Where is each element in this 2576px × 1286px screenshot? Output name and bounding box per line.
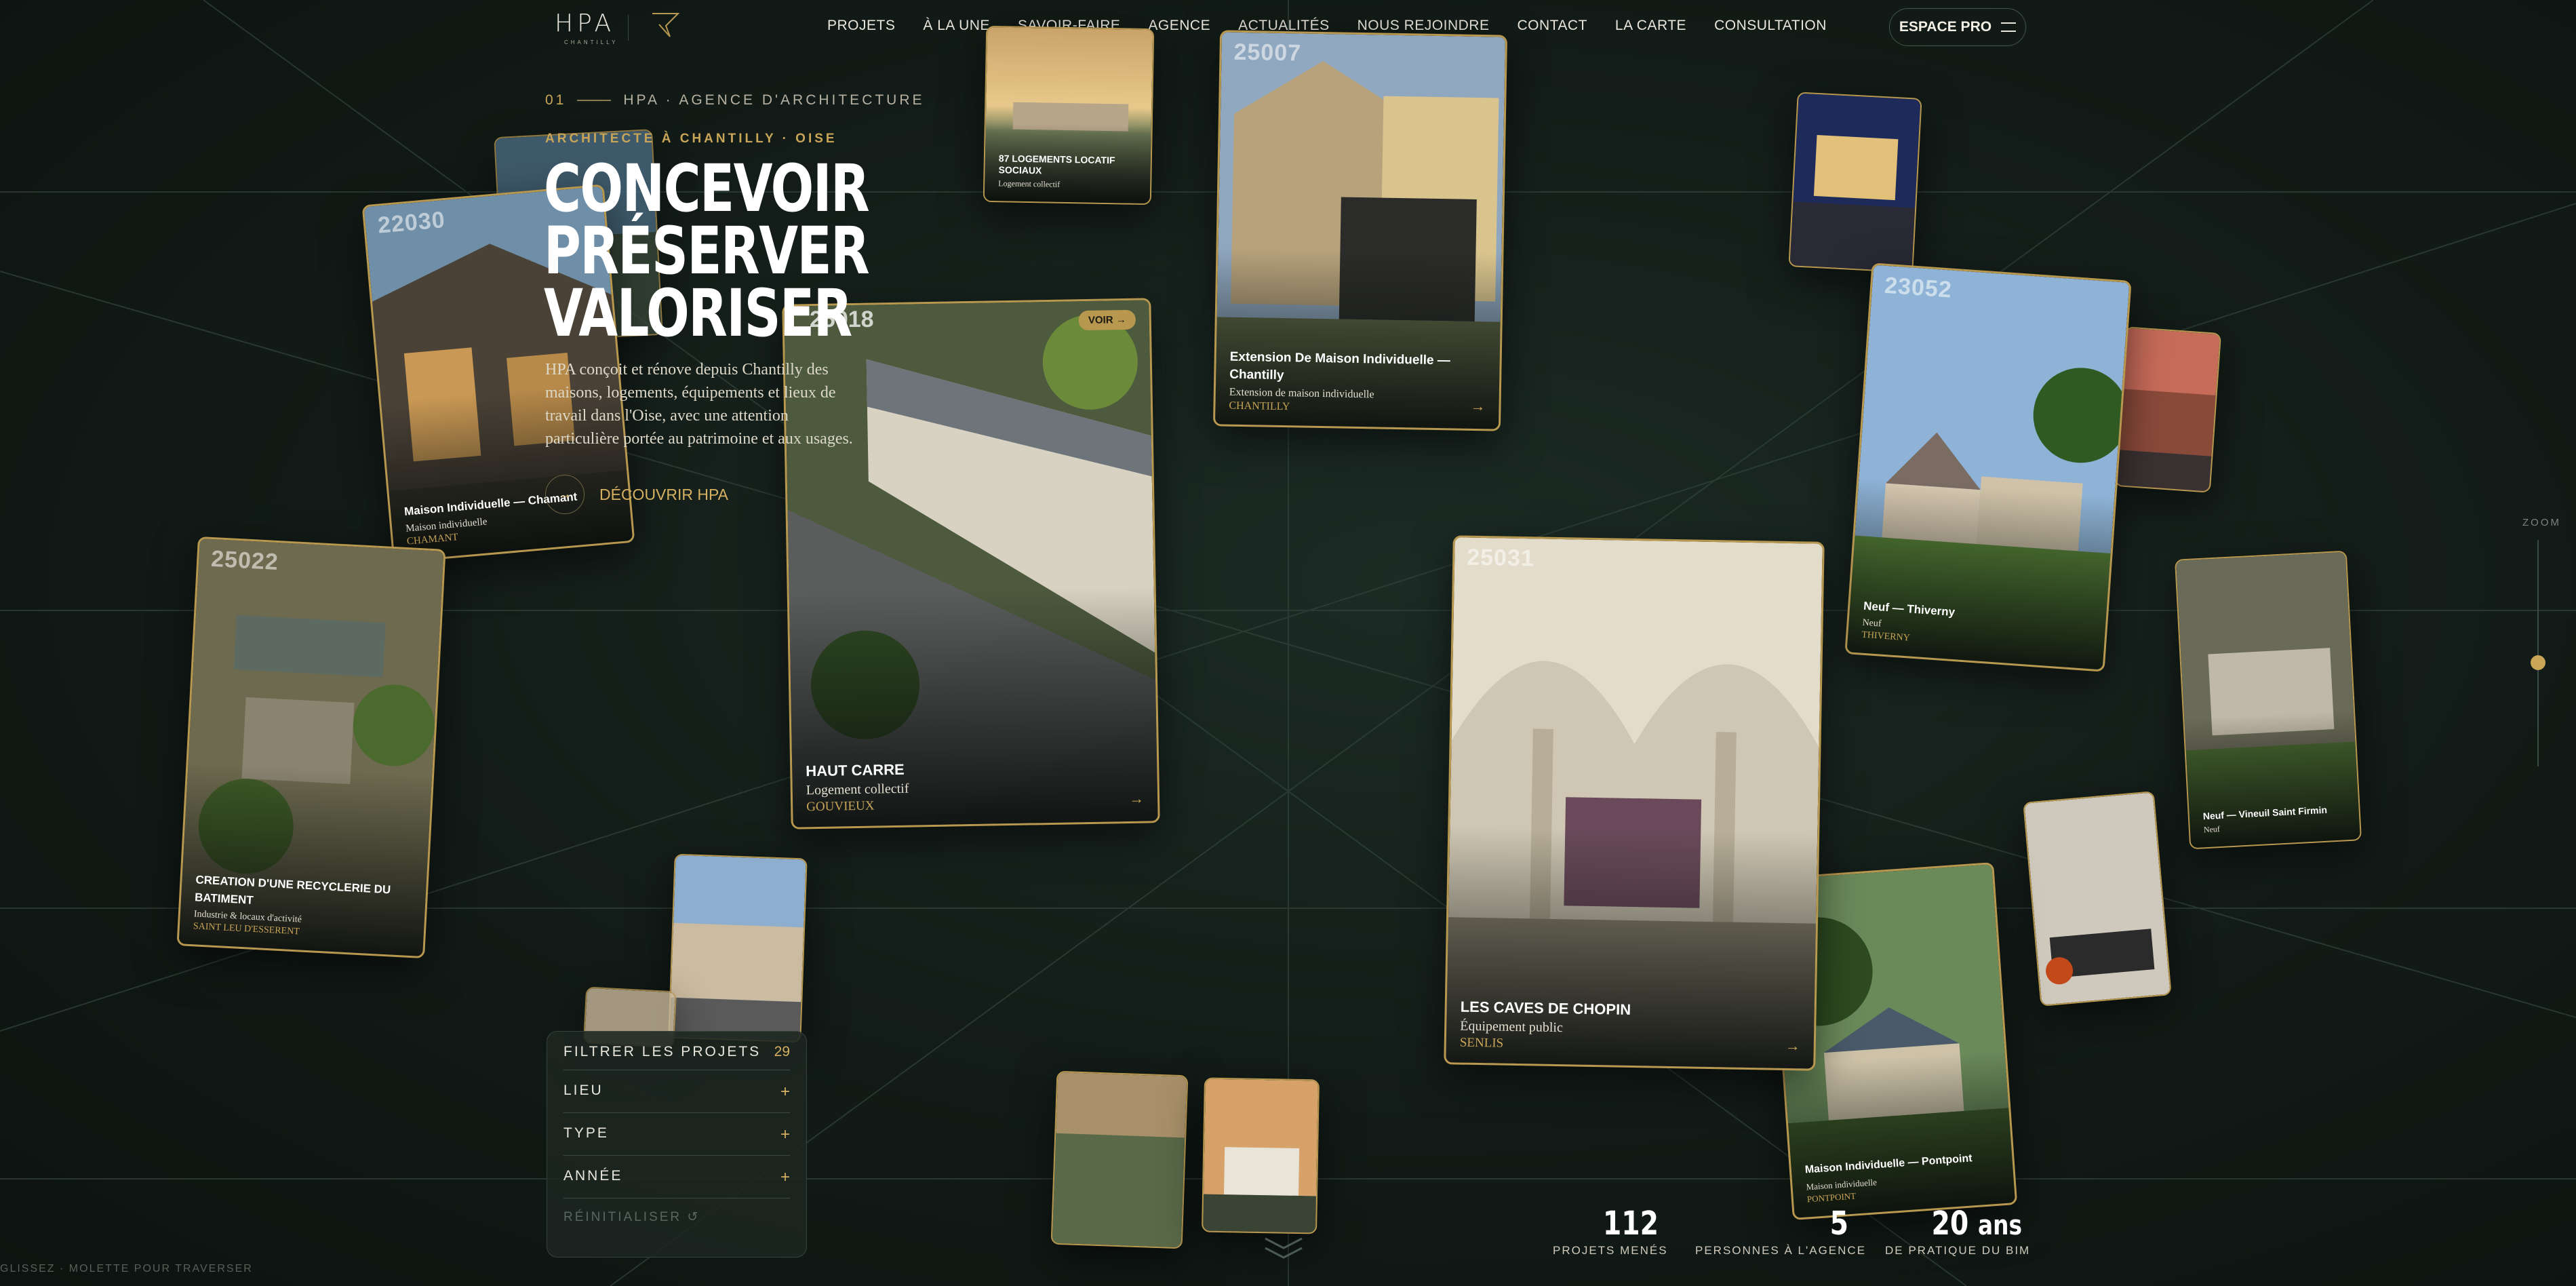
monogram-icon — [652, 13, 680, 37]
nav-a-la-une[interactable]: À LA UNE — [923, 18, 990, 34]
project-photo — [1203, 1078, 1318, 1233]
filter-label: LIEU — [563, 1083, 603, 1098]
project-card-landscape[interactable] — [1050, 1070, 1189, 1249]
card-code: 25007 — [1233, 39, 1302, 66]
project-card-extension-chantilly[interactable]: 25007 Extension De Maison Individuelle —… — [1212, 30, 1508, 431]
stat-value: 112 — [1602, 1205, 1659, 1243]
nav-la-carte[interactable]: LA CARTE — [1615, 18, 1686, 34]
card-meta: HAUT CARRE Logement collectif GOUVIEUX — [806, 757, 1144, 815]
card-title: Extension De Maison Individuelle — Chant… — [1229, 349, 1451, 383]
stat-unit: ans — [1977, 1210, 2022, 1241]
arrow-right-icon: → — [545, 475, 584, 514]
hero-kicker: ARCHITECTE À CHANTILLY · OISE — [545, 132, 837, 146]
card-meta: CREATION D'UNE RECYCLERIE DU BATIMENT In… — [193, 871, 413, 943]
project-photo — [1789, 93, 1921, 272]
project-card-event-hall[interactable] — [1788, 92, 1922, 273]
nav-agence[interactable]: AGENCE — [1148, 18, 1210, 34]
chevron-down-icon[interactable] — [1260, 1234, 1307, 1262]
nav-projets[interactable]: PROJETS — [827, 18, 895, 34]
arrow-right-icon: → — [1785, 1036, 1801, 1055]
zoom-slider-handle[interactable] — [2531, 655, 2545, 670]
hero-title: CONCEVOIR PRÉSERVER VALORISER — [544, 151, 870, 351]
logo-subtitle: CHANTILLY — [564, 39, 618, 45]
stat-bim: 20 ans DE PRATIQUE DU BIM — [1885, 1205, 2031, 1258]
main-nav: PROJETS À LA UNE SAVOIR-FAIRE AGENCE ACT… — [827, 18, 1855, 34]
stat-number: 20 — [1931, 1205, 1969, 1243]
logo-text: HPA — [555, 9, 616, 37]
hero-description: HPA conçoit et rénove depuis Chantilly d… — [545, 361, 853, 448]
stat-label: PERSONNES À L'AGENCE — [1695, 1244, 1867, 1257]
plus-icon: + — [780, 1083, 790, 1101]
project-card-recyclerie[interactable]: 25022 CREATION D'UNE RECYCLERIE DU BATIM… — [176, 536, 446, 959]
filter-type[interactable]: TYPE + — [563, 1113, 790, 1156]
project-card-street-view[interactable] — [668, 853, 808, 1043]
hero-title-line: PRÉSERVER — [544, 213, 870, 289]
discover-label: DÉCOUVRIR HPA — [599, 485, 728, 503]
navigation-hint: GLISSEZ · MOLETTE POUR TRAVERSER — [0, 1263, 253, 1274]
project-card-caves-de-chopin[interactable]: 25031 LES CAVES DE CHOPIN Équipement pub… — [1444, 535, 1825, 1071]
zoom-label: ZOOM — [2522, 517, 2561, 528]
project-card-street[interactable] — [2114, 326, 2222, 493]
filter-label: ANNÉE — [563, 1168, 623, 1184]
stat-value: 20 ans — [1909, 1205, 2022, 1243]
hpa-logo[interactable]: HPA CHANTILLY — [555, 9, 617, 46]
voir-badge[interactable]: VOIR → — [1078, 309, 1136, 331]
stat-label: PROJETS MENÉS — [1553, 1244, 1668, 1257]
project-card-modern-house[interactable] — [1202, 1077, 1320, 1234]
plus-icon: + — [780, 1125, 790, 1144]
nav-consultation[interactable]: CONSULTATION — [1714, 18, 1827, 34]
project-photo — [2024, 792, 2171, 1005]
nav-nous-rejoindre[interactable]: NOUS REJOINDRE — [1358, 18, 1490, 34]
filter-label: TYPE — [563, 1125, 609, 1141]
project-photo — [1052, 1072, 1187, 1248]
card-code: 25031 — [1466, 544, 1535, 572]
project-photo — [2116, 328, 2220, 492]
stat-value: 5 — [1829, 1205, 1848, 1243]
espace-pro-label: ESPACE PRO — [1899, 19, 1992, 35]
arrow-right-icon: → — [1128, 790, 1145, 807]
nav-contact[interactable]: CONTACT — [1517, 18, 1587, 34]
card-meta: Extension De Maison Individuelle — Chant… — [1229, 349, 1486, 417]
filter-panel: FILTRER LES PROJETS 29 LIEU + TYPE + ANN… — [547, 1031, 807, 1258]
filter-header: FILTRER LES PROJETS 29 — [563, 1044, 790, 1070]
card-meta: 87 LOGEMENTS LOCATIF SOCIAUX Logement co… — [998, 153, 1137, 191]
project-photo — [669, 855, 806, 1042]
card-title: 87 LOGEMENTS LOCATIF SOCIAUX — [998, 153, 1115, 176]
menu-icon — [2001, 22, 2017, 32]
plus-icon: + — [780, 1168, 790, 1186]
filter-title: FILTRER LES PROJETS — [563, 1044, 761, 1059]
card-meta: LES CAVES DE CHOPIN Équipement public SE… — [1460, 998, 1801, 1057]
arrow-right-icon: → — [1470, 397, 1486, 415]
card-code: 25022 — [210, 545, 279, 576]
filter-annee[interactable]: ANNÉE + — [563, 1156, 790, 1199]
project-card-saint-firmin[interactable]: Neuf — Vineuil Saint Firmin Neuf — [2174, 550, 2362, 850]
filter-lieu[interactable]: LIEU + — [563, 1070, 790, 1113]
stat-people: 5 PERSONNES À L'AGENCE — [1695, 1205, 1867, 1258]
project-card-interior[interactable] — [2023, 791, 2172, 1007]
project-count: 29 — [774, 1044, 790, 1059]
zoom-slider-track[interactable] — [2537, 540, 2539, 766]
hero-eyebrow: 01 HPA · AGENCE D'ARCHITECTURE — [545, 92, 925, 109]
stat-projects: 112 PROJETS MENÉS — [1553, 1205, 1668, 1258]
card-code: 23052 — [1884, 272, 1953, 303]
logo-divider — [628, 15, 629, 41]
eyebrow-divider — [577, 100, 612, 101]
project-card-logements-sociaux[interactable]: 87 LOGEMENTS LOCATIF SOCIAUX Logement co… — [983, 25, 1155, 206]
project-card-thiverny[interactable]: 23052 Neuf — Thiverny Neuf THIVERNY — [1844, 262, 2132, 672]
stat-label: DE PRATIQUE DU BIM — [1885, 1244, 2031, 1257]
section-index: 01 — [545, 92, 567, 108]
reset-filters-button[interactable]: RÉINITIALISER ↺ — [563, 1199, 790, 1225]
discover-hpa-link[interactable]: → DÉCOUVRIR HPA — [545, 475, 728, 514]
espace-pro-button[interactable]: ESPACE PRO — [1889, 8, 2026, 46]
hero-title-line: VALORISER — [544, 275, 852, 351]
hero-title-line: CONCEVOIR — [544, 151, 870, 227]
eyebrow-text: HPA · AGENCE D'ARCHITECTURE — [623, 92, 925, 108]
